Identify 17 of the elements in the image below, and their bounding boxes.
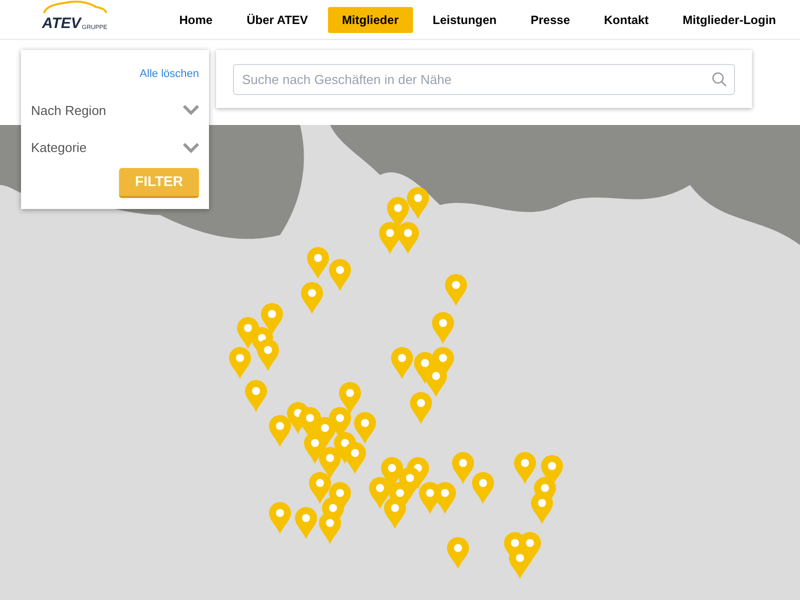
map-background[interactable] <box>0 125 800 600</box>
chevron-down-icon <box>183 105 199 116</box>
search-icon[interactable] <box>712 72 727 87</box>
nav-link[interactable]: Home <box>165 6 227 32</box>
map-pins-drawing[interactable] <box>229 187 563 579</box>
nav-link[interactable]: Presse <box>516 6 584 32</box>
nav-link[interactable]: Mitglieder <box>328 6 413 32</box>
nav-link[interactable]: Mitglieder-Login <box>668 6 790 32</box>
nav-link[interactable]: Leistungen <box>418 6 511 32</box>
search-field[interactable]: Suche nach Geschäften in der Nähe <box>233 64 735 95</box>
dropdown[interactable]: Kategorie <box>31 138 199 158</box>
nav-link[interactable]: Kontakt <box>590 6 663 32</box>
dropdown[interactable]: Nach Region <box>31 100 199 120</box>
nav-link[interactable]: Über ATEV <box>232 6 322 32</box>
chevron-down-icon <box>183 142 199 153</box>
logo-text: ATEV <box>42 16 81 31</box>
clear-all-link[interactable]: Alle löschen <box>140 66 199 82</box>
